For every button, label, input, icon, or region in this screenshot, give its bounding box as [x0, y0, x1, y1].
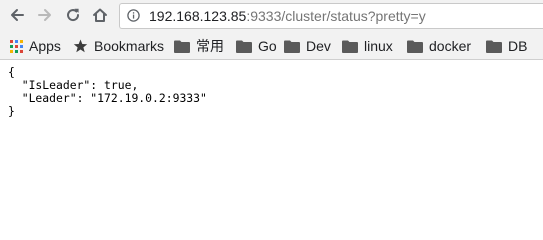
arrow-right-icon	[37, 7, 53, 23]
folder-icon	[342, 40, 358, 53]
url-text[interactable]: 192.168.123.85:9333/cluster/status?prett…	[149, 4, 426, 28]
folder-icon	[407, 40, 423, 53]
reload-icon	[65, 7, 81, 23]
folder-icon	[486, 40, 502, 53]
url-host: 192.168.123.85	[149, 8, 247, 24]
bookmark-folder-docker[interactable]: docker	[407, 33, 471, 59]
apps-label: Apps	[29, 38, 61, 54]
bookmarks-bar: Apps Bookmarks 常用 Go Dev linux docker DB	[0, 33, 543, 60]
folder-icon	[236, 40, 252, 53]
json-line: }	[8, 104, 15, 118]
apps-grid-icon	[10, 39, 23, 53]
bookmark-folder-常用[interactable]: 常用	[174, 33, 224, 59]
bookmark-folder-dev[interactable]: Dev	[284, 33, 331, 59]
home-button[interactable]	[89, 4, 111, 26]
folder-icon	[174, 40, 190, 53]
bookmark-folder-label: docker	[429, 38, 472, 54]
info-icon[interactable]	[127, 9, 140, 22]
json-response-body: { "IsLeader": true, "Leader": "172.19.0.…	[8, 66, 207, 118]
star-icon	[73, 39, 88, 53]
json-line: "Leader": "172.19.0.2:9333"	[8, 91, 207, 105]
folder-icon	[284, 40, 300, 53]
bookmark-folder-linux[interactable]: linux	[342, 33, 393, 59]
bookmark-folder-label: linux	[364, 38, 393, 54]
bookmark-folder-db[interactable]: DB	[486, 33, 527, 59]
address-bar[interactable]: 192.168.123.85:9333/cluster/status?prett…	[119, 3, 543, 29]
bookmark-folder-label: Dev	[306, 38, 331, 54]
bookmarks-label: Bookmarks	[94, 38, 165, 54]
forward-button[interactable]	[34, 4, 56, 26]
bookmark-folder-go[interactable]: Go	[236, 33, 277, 59]
home-icon	[92, 7, 108, 23]
reload-button[interactable]	[62, 4, 84, 26]
bookmark-folder-label: Go	[258, 38, 277, 54]
browser-toolbar: 192.168.123.85:9333/cluster/status?prett…	[0, 0, 543, 33]
bookmarks-shortcut[interactable]: Bookmarks	[73, 33, 164, 59]
url-path: :9333/cluster/status?pretty=y	[246, 8, 426, 24]
apps-shortcut[interactable]: Apps	[10, 33, 61, 59]
arrow-left-icon	[9, 7, 25, 23]
bookmark-folder-label: 常用	[196, 38, 224, 54]
bookmark-folder-label: DB	[508, 38, 528, 54]
back-button[interactable]	[6, 4, 28, 26]
